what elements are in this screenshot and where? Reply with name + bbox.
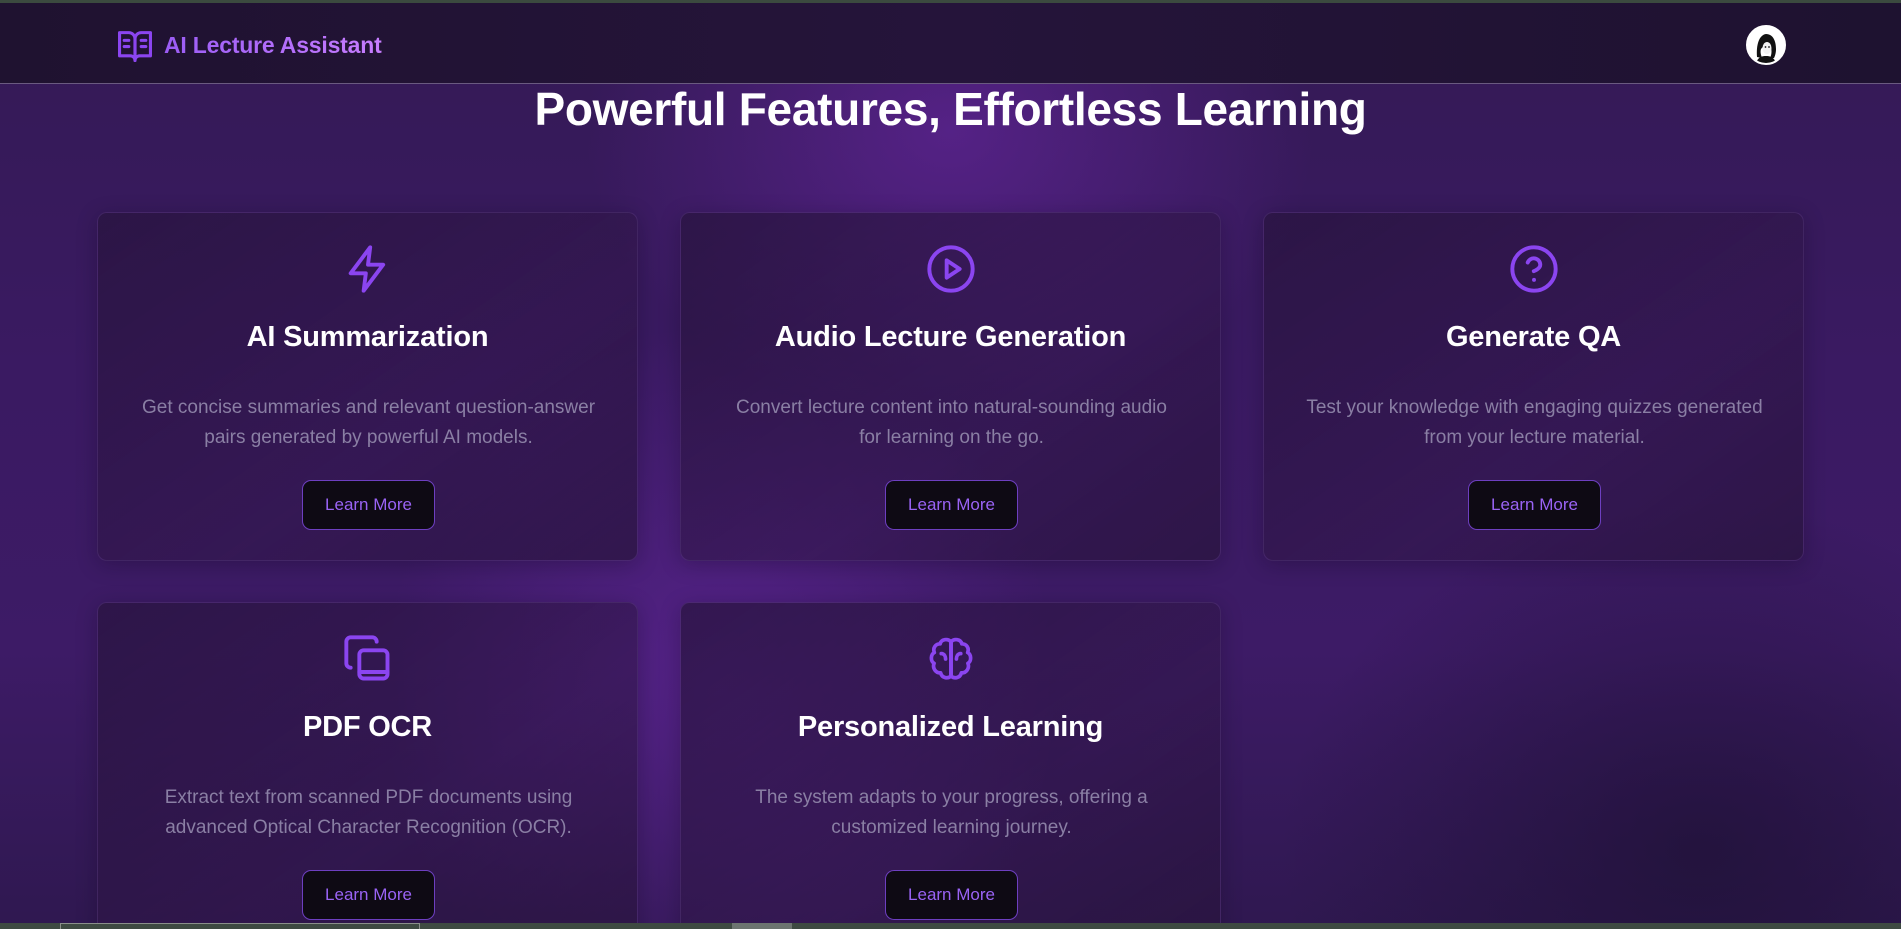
feature-description-line: Extract text from scanned PDF documents … — [164, 787, 573, 808]
learn-more-button[interactable]: Learn More — [302, 480, 435, 530]
question-circle-icon — [1508, 243, 1560, 299]
feature-description-line: advanced Optical Character Recognition (… — [165, 817, 572, 838]
feature-description: Extract text from scanned PDF documents … — [128, 783, 609, 843]
feature-description-line: for learning on the go. — [859, 427, 1044, 448]
copy-documents-icon — [342, 633, 394, 689]
learn-more-button[interactable]: Learn More — [885, 480, 1018, 530]
feature-card-generate-qa: Generate QA Test your knowledge with eng… — [1263, 212, 1804, 561]
feature-description-line: from your lecture material. — [1424, 427, 1645, 448]
learn-more-button[interactable]: Learn More — [1468, 480, 1601, 530]
avatar-image — [1748, 27, 1784, 63]
brand-name: AI Lecture Assistant — [164, 31, 382, 58]
horizontal-scrollbar-thumb[interactable] — [732, 923, 792, 929]
feature-description-line: Convert lecture content into natural-sou… — [736, 397, 1167, 418]
brand-logo-link[interactable]: AI Lecture Assistant — [116, 25, 382, 65]
feature-description-line: customized learning journey. — [831, 817, 1072, 838]
feature-title: Audio Lecture Generation — [774, 321, 1127, 353]
book-open-icon — [116, 28, 154, 62]
feature-title: Generate QA — [1445, 321, 1622, 353]
feature-card-audio-lecture-generation: Audio Lecture Generation Convert lecture… — [680, 212, 1221, 561]
feature-card-ai-summarization: AI Summarization Get concise summaries a… — [97, 212, 638, 561]
feature-description-line: The system adapts to your progress, offe… — [755, 787, 1148, 808]
feature-card-pdf-ocr: PDF OCR Extract text from scanned PDF do… — [97, 602, 638, 929]
page-title: Powerful Features, Effortless Learning — [534, 83, 1367, 135]
page: AI Lecture Assistant Powerful Features, … — [0, 0, 1901, 929]
feature-card-personalized-learning: Personalized Learning The system adapts … — [680, 602, 1221, 929]
feature-description: Convert lecture content into natural-sou… — [711, 393, 1192, 453]
play-circle-icon — [925, 243, 977, 299]
bottom-panel-outline — [60, 923, 420, 929]
feature-description: Get concise summaries and relevant quest… — [128, 393, 609, 453]
feature-title: PDF OCR — [302, 711, 433, 743]
feature-description-line: Test your knowledge with engaging quizze… — [1306, 397, 1763, 418]
feature-title: AI Summarization — [246, 321, 489, 353]
feature-description-line: Get concise summaries and relevant quest… — [141, 397, 596, 418]
feature-description: Test your knowledge with engaging quizze… — [1294, 393, 1775, 453]
brain-icon — [925, 633, 977, 689]
feature-title: Personalized Learning — [797, 711, 1104, 743]
feature-description: The system adapts to your progress, offe… — [711, 783, 1192, 843]
learn-more-button[interactable]: Learn More — [885, 870, 1018, 920]
learn-more-button[interactable]: Learn More — [302, 870, 435, 920]
feature-description-line: pairs generated by powerful AI models. — [204, 427, 533, 448]
user-avatar[interactable] — [1746, 25, 1786, 65]
top-navbar: AI Lecture Assistant — [0, 3, 1901, 84]
lightning-bolt-icon — [342, 243, 394, 299]
